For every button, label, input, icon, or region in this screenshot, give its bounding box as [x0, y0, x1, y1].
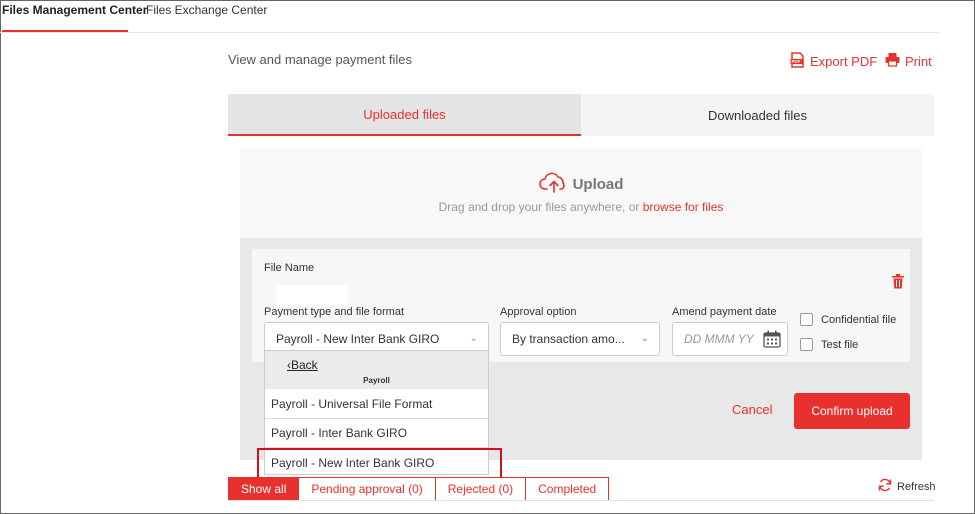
refresh-button[interactable]: Refresh: [878, 478, 936, 495]
approval-option-select[interactable]: By transaction amo... ⌄: [500, 322, 660, 356]
refresh-icon: [878, 478, 892, 495]
tab-downloaded-files[interactable]: Downloaded files: [581, 94, 934, 136]
chevron-down-icon: ⌄: [640, 333, 649, 344]
file-name-label: File Name: [264, 262, 315, 274]
amend-payment-date-label: Amend payment date: [672, 306, 777, 318]
test-file-checkbox[interactable]: Test file: [800, 338, 858, 351]
upload-hint: Drag and drop your files anywhere, or: [438, 200, 643, 214]
dropdown-group-label: Payroll: [363, 376, 390, 385]
status-filters: Show all Pending approval (0) Rejected (…: [228, 477, 610, 501]
confirm-upload-button[interactable]: Confirm upload: [794, 393, 910, 429]
cloud-upload-icon: [538, 170, 569, 198]
confidential-file-checkbox[interactable]: Confidential file: [800, 313, 896, 326]
print-label: Print: [905, 53, 932, 69]
cancel-button[interactable]: Cancel: [732, 402, 772, 417]
tab-uploaded-files[interactable]: Uploaded files: [228, 94, 581, 136]
amend-payment-date-input[interactable]: DD MMM YY: [672, 322, 788, 356]
tab-files-management-center[interactable]: Files Management Center: [2, 3, 147, 17]
date-placeholder: DD MMM YY: [684, 332, 754, 346]
confidential-file-label: Confidential file: [821, 313, 897, 326]
upload-title: Upload: [572, 175, 624, 193]
checkbox-box[interactable]: [800, 313, 813, 326]
pdf-icon: PDF: [790, 52, 805, 71]
approval-option-label: Approval option: [500, 306, 577, 318]
print-button[interactable]: Print: [885, 52, 932, 70]
browse-for-files-link[interactable]: browse for files: [643, 200, 724, 214]
active-tab-indicator: [2, 30, 128, 32]
refresh-label: Refresh: [897, 480, 936, 493]
file-name-value: [276, 285, 348, 305]
trash-icon[interactable]: [891, 274, 905, 294]
checkbox-box[interactable]: [800, 338, 813, 351]
top-tab-bar: Files Management Center Files Exchange C…: [0, 0, 940, 33]
back-link[interactable]: ‹Back: [287, 358, 318, 372]
tab-files-exchange-center[interactable]: Files Exchange Center: [146, 3, 267, 17]
chevron-down-icon: ⌄: [469, 333, 478, 344]
dropdown-option[interactable]: Payroll - New Inter Bank GIRO: [265, 448, 488, 477]
dropdown-header: ‹Back Payroll: [265, 351, 488, 389]
dropdown-option[interactable]: Payroll - Inter Bank GIRO: [265, 419, 488, 448]
payment-type-value: Payroll - New Inter Bank GIRO: [276, 332, 440, 346]
payment-type-dropdown: ‹Back Payroll Payroll - Universal File F…: [264, 350, 489, 475]
printer-icon: [885, 52, 900, 70]
divider: [228, 500, 934, 501]
upload-dropzone[interactable]: Upload Drag and drop your files anywhere…: [240, 148, 922, 238]
file-tabs: Uploaded files Downloaded files: [228, 94, 934, 136]
filter-rejected[interactable]: Rejected (0): [435, 477, 527, 501]
calendar-icon[interactable]: [763, 330, 781, 351]
svg-text:PDF: PDF: [792, 59, 801, 64]
export-pdf-button[interactable]: PDF Export PDF: [790, 52, 877, 71]
filter-completed[interactable]: Completed: [526, 477, 610, 501]
page-subtitle: View and manage payment files: [228, 52, 413, 67]
export-pdf-label: Export PDF: [810, 54, 878, 69]
filter-pending-approval[interactable]: Pending approval (0): [299, 477, 436, 501]
test-file-label: Test file: [821, 338, 859, 351]
filter-show-all[interactable]: Show all: [228, 477, 300, 501]
approval-option-value: By transaction amo...: [512, 332, 625, 346]
payment-type-label: Payment type and file format: [264, 306, 405, 318]
dropdown-option[interactable]: Payroll - Universal File Format: [265, 390, 488, 419]
